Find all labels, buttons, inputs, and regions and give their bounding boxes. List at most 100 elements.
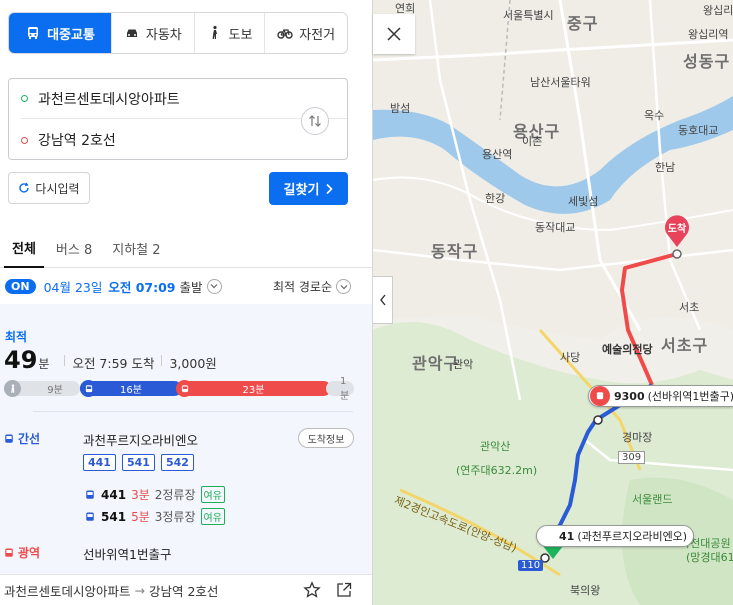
- crowd-badge: 여유: [200, 486, 225, 503]
- bus-icon: [590, 386, 610, 406]
- mode-bicycle-label: 자전거: [299, 27, 336, 43]
- crowd-badge: 여유: [200, 508, 225, 525]
- leg-type-text: 광역: [18, 546, 41, 560]
- search-route-button[interactable]: 길찾기: [269, 172, 348, 205]
- share-icon[interactable]: [335, 581, 353, 599]
- map-place-label: 관악산: [480, 440, 511, 453]
- mode-walk[interactable]: 도보: [193, 13, 265, 53]
- swap-button[interactable]: [301, 107, 329, 135]
- bicycle-icon: [277, 29, 293, 39]
- directions-panel: 대중교통 자동차 도보 자전거 과천르센토데시앙아파트 강남역 2호선 다시입력…: [0, 0, 373, 605]
- origin-text: 과천르센토데시앙아파트: [38, 91, 180, 108]
- bus-icon: [80, 380, 97, 397]
- map-place-label: 밤섬: [390, 102, 411, 115]
- arrival-bus-number: 541: [101, 509, 127, 524]
- leg-type-label: 간선: [3, 430, 40, 447]
- reset-button[interactable]: 다시입력: [8, 172, 90, 204]
- route-timeline: 9분 16분 23분 1분: [4, 376, 354, 402]
- divider: [64, 354, 66, 366]
- map-place-label: (망경대616: [686, 551, 733, 564]
- minutes-unit: 분: [38, 357, 50, 371]
- tab-bus[interactable]: 버스 8: [48, 228, 100, 268]
- bus-number-chips: 441 541 542: [83, 454, 194, 471]
- chevron-down-icon: [336, 279, 351, 294]
- leg-station: 선바위역1번출구: [83, 547, 172, 562]
- transfer-stop-callout[interactable]: 9300 (선바위역1번출구): [588, 385, 733, 407]
- destination-pin-label: 도착: [667, 224, 687, 235]
- departure-date[interactable]: 04월 23일: [44, 277, 103, 296]
- departure-time[interactable]: 오전 07:09: [108, 277, 175, 296]
- map-place-label: 세빛섬: [568, 195, 599, 208]
- reset-label: 다시입력: [35, 181, 80, 196]
- map-place-label: 서울특별시: [503, 9, 554, 22]
- origin-stop-callout[interactable]: 41 (과천푸르지오라비엔오): [536, 525, 695, 547]
- map-place-label: 서초: [679, 301, 700, 314]
- walk-icon: [212, 25, 217, 39]
- close-panel-button[interactable]: [373, 14, 415, 54]
- map-place-label: 서울랜드: [632, 493, 673, 506]
- destination-field[interactable]: 강남역 2호선: [21, 120, 307, 160]
- chevron-down-icon[interactable]: [206, 278, 222, 294]
- destination-dot-icon: [21, 136, 28, 144]
- mode-car-label: 자동차: [145, 27, 182, 43]
- subway-icon: [176, 380, 193, 397]
- bus-minutes: 16분: [120, 385, 142, 396]
- route-summary: 49 분 오전 7:59 도착 3,000원: [4, 346, 217, 374]
- leg-station: 과천푸르지오라비엔오: [83, 433, 199, 448]
- close-icon: [387, 27, 401, 41]
- map-view[interactable]: 중구 용산구 성동구 동작구 서초구 관악구 연희 서울특별시 남산서울타워 왕…: [373, 0, 733, 605]
- fare: 3,000원: [169, 356, 217, 371]
- map-place-label: 경마장: [622, 431, 653, 444]
- star-icon[interactable]: [303, 581, 321, 599]
- callout-bus-number: 41: [559, 529, 575, 543]
- arrival-stops: 2정류장: [154, 488, 196, 502]
- app: 대중교통 자동차 도보 자전거 과천르센토데시앙아파트 강남역 2호선 다시입력…: [0, 0, 733, 605]
- bus-chip[interactable]: 441: [83, 454, 116, 471]
- mode-bicycle[interactable]: 자전거: [264, 13, 347, 53]
- footer-origin: 과천르센토데시앙아파트: [4, 583, 131, 599]
- departure-on-toggle[interactable]: ON: [5, 278, 36, 294]
- tab-subway[interactable]: 지하철 2: [104, 228, 168, 268]
- total-minutes: 49: [4, 346, 38, 374]
- callout-stop-name: (선바위역1번출구): [647, 390, 733, 403]
- bus-icon: [86, 512, 94, 521]
- search-label: 길찾기: [283, 183, 320, 198]
- collapse-panel-button[interactable]: [373, 276, 393, 324]
- arrival-info-button[interactable]: 도착정보: [298, 428, 354, 448]
- mode-car[interactable]: 자동차: [111, 13, 194, 53]
- arrival-minutes: 5분: [131, 510, 150, 524]
- map-place-label: 옥수: [644, 109, 665, 122]
- destination-text: 강남역 2호선: [38, 133, 116, 149]
- timeline-subway: 23분: [176, 381, 331, 396]
- map-place-label: 사당: [560, 351, 581, 364]
- route-result-card[interactable]: 최적 49 분 오전 7:59 도착 3,000원 9분 16분 23분 1분: [0, 304, 372, 574]
- bus-chip[interactable]: 542: [160, 454, 194, 471]
- bus-chip[interactable]: 541: [121, 454, 155, 471]
- map-place-label: 북의왕: [570, 584, 601, 597]
- mode-walk-label: 도보: [228, 27, 253, 43]
- footer-destination: 강남역 2호선: [149, 583, 219, 599]
- arrival-stops: 3정류장: [154, 510, 196, 524]
- mode-transit[interactable]: 대중교통: [9, 13, 111, 53]
- bus-icon: [28, 27, 39, 39]
- map-place-label: 동작대교: [535, 221, 576, 234]
- sort-dropdown[interactable]: 최적 경로순: [273, 278, 351, 295]
- origin-field[interactable]: 과천르센토데시앙아파트: [21, 79, 347, 119]
- destination-pin[interactable]: 도착: [663, 214, 691, 248]
- result-tabs: 전체 버스 8 지하철 2: [0, 228, 372, 268]
- section-divider: [33, 411, 353, 412]
- footer-actions: [303, 581, 353, 599]
- leg-type-text: 간선: [18, 432, 41, 446]
- departure-settings: ON 04월 23일 오전 07:09 출발 최적 경로순: [0, 268, 372, 304]
- transport-mode-tabs: 대중교통 자동차 도보 자전거: [8, 12, 348, 54]
- map-place-label: 이촌: [522, 135, 543, 148]
- map-place-label: (연주대632.2m): [456, 464, 538, 477]
- bus-icon: [86, 490, 94, 499]
- map-district-label: 성동구: [683, 52, 731, 71]
- arrival-minutes: 3분: [131, 488, 150, 502]
- subway-minutes: 23분: [242, 385, 265, 396]
- map-place-label: 왕십리: [703, 4, 733, 17]
- tab-all[interactable]: 전체: [4, 228, 44, 268]
- map-place-label: 동호대교: [678, 124, 719, 137]
- arrival-time: 오전 7:59 도착: [72, 356, 155, 371]
